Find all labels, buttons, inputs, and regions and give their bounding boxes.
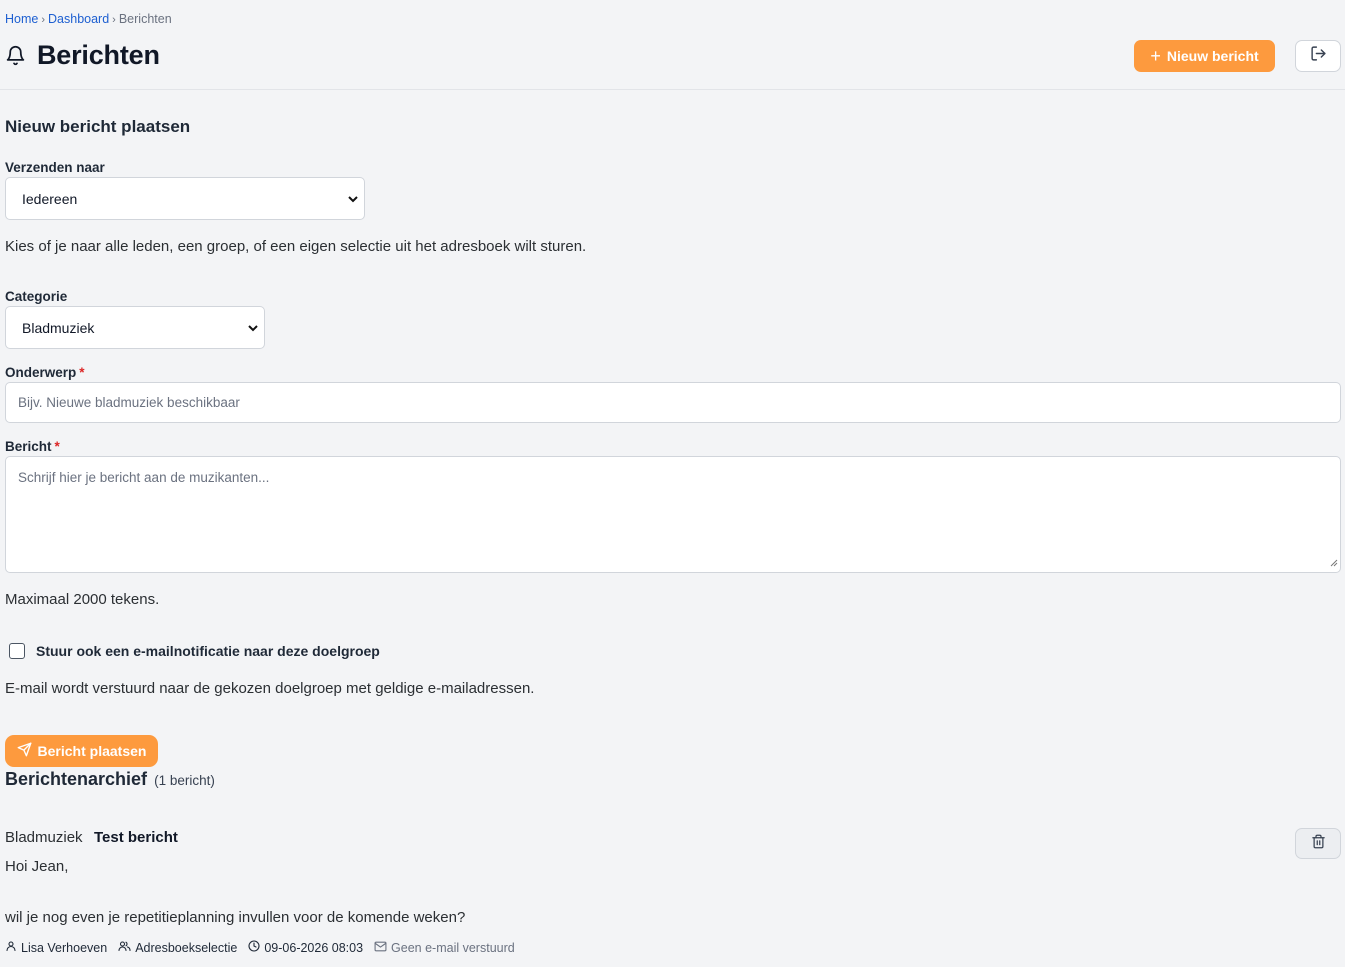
message-textarea[interactable]: Schrijf hier je bericht aan de muzikante… xyxy=(5,456,1341,573)
required-marker: * xyxy=(79,365,85,380)
logout-button[interactable] xyxy=(1295,40,1341,72)
subject-label: Onderwerp * xyxy=(5,365,85,380)
chevron-down-icon xyxy=(247,321,259,337)
archive-title-text: Berichtenarchief xyxy=(5,769,148,789)
message-author-name: Lisa Verhoeven xyxy=(21,940,108,955)
email-notification-label[interactable]: Stuur ook een e-mailnotificatie naar dez… xyxy=(36,643,380,659)
bell-icon xyxy=(5,44,26,67)
message-subject: Test bericht xyxy=(94,829,178,846)
subject-input[interactable]: Bijv. Nieuwe bladmuziek beschikbaar xyxy=(5,382,1341,423)
category-select[interactable]: Bladmuziek xyxy=(5,306,265,349)
message-meta: Lisa Verhoeven Adresboekselectie 09-06-2… xyxy=(5,940,526,955)
breadcrumb-dashboard-link[interactable]: Dashboard xyxy=(48,12,109,26)
trash-icon xyxy=(1311,834,1326,854)
mail-icon xyxy=(374,941,391,955)
send-to-label: Verzenden naar xyxy=(5,160,105,175)
archive-title: Berichtenarchief (1 bericht) xyxy=(5,769,215,790)
email-help: E-mail wordt verstuurd naar de gekozen d… xyxy=(5,680,535,697)
subject-placeholder: Bijv. Nieuwe bladmuziek beschikbaar xyxy=(18,395,240,410)
subject-label-text: Onderwerp xyxy=(5,365,77,380)
new-message-button[interactable]: + Nieuw bericht xyxy=(1134,40,1275,72)
breadcrumb-current: Berichten xyxy=(118,12,172,26)
message-label-text: Bericht xyxy=(5,439,52,454)
new-message-button-label: Nieuw bericht xyxy=(1166,48,1259,64)
message-label: Bericht * xyxy=(5,439,60,454)
form-section-title: Nieuw bericht plaatsen xyxy=(5,117,191,136)
chevron-down-icon xyxy=(347,192,359,208)
message-author: Lisa Verhoeven xyxy=(5,940,107,955)
page-header: Berichten xyxy=(5,40,160,71)
message-body-line: wil je nog even je repetitieplanning inv… xyxy=(5,909,466,926)
post-message-button-label: Bericht plaatsen xyxy=(37,743,147,759)
email-notification-option[interactable]: Stuur ook een e-mailnotificatie naar dez… xyxy=(9,643,380,659)
message-category: Bladmuziek xyxy=(5,829,83,846)
email-notification-checkbox[interactable] xyxy=(9,643,25,659)
send-to-help: Kies of je naar alle leden, een groep, o… xyxy=(5,238,587,255)
page-title: Berichten xyxy=(37,40,160,70)
breadcrumb-home-link[interactable]: Home xyxy=(5,12,38,26)
message-help: Maximaal 2000 tekens. xyxy=(5,591,160,608)
breadcrumb: Home › Dashboard › Berichten xyxy=(5,12,172,26)
message-audience: Adresboekselectie xyxy=(118,940,237,955)
logout-icon xyxy=(1310,45,1327,67)
users-icon xyxy=(118,940,135,955)
message-audience-label: Adresboekselectie xyxy=(135,940,238,955)
send-to-value: Iedereen xyxy=(22,190,78,207)
message-email-status-text: Geen e-mail verstuurd xyxy=(391,940,515,955)
header-divider xyxy=(0,89,1345,90)
post-message-button[interactable]: Bericht plaatsen xyxy=(5,735,158,767)
message-body-line: Hoi Jean, xyxy=(5,858,69,875)
user-icon xyxy=(5,940,21,955)
clock-icon xyxy=(248,940,264,955)
category-label: Categorie xyxy=(5,289,68,304)
send-to-select[interactable]: Iedereen xyxy=(5,177,365,220)
breadcrumb-separator: › xyxy=(41,14,46,26)
message-datetime-value: 09-06-2026 08:03 xyxy=(264,940,364,955)
message-placeholder: Schrijf hier je bericht aan de muzikante… xyxy=(18,470,270,485)
message-email-status: Geen e-mail verstuurd xyxy=(374,941,515,955)
required-marker: * xyxy=(54,439,60,454)
plus-icon: + xyxy=(1150,46,1161,66)
send-icon xyxy=(17,742,38,760)
category-value: Bladmuziek xyxy=(22,319,95,336)
resize-handle-icon[interactable] xyxy=(1329,555,1338,570)
breadcrumb-separator: › xyxy=(112,14,116,26)
delete-message-button[interactable] xyxy=(1295,828,1341,859)
message-datetime: 09-06-2026 08:03 xyxy=(248,940,363,955)
archive-count: (1 bericht) xyxy=(154,773,215,788)
